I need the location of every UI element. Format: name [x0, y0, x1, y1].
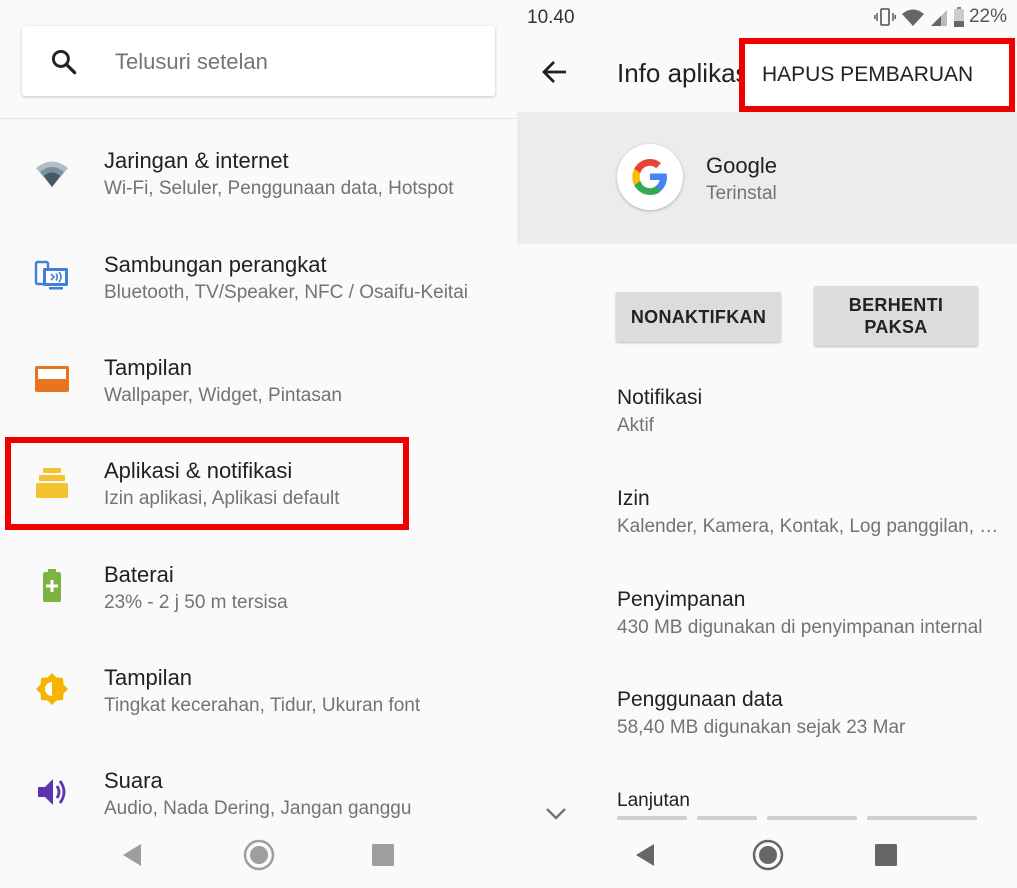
volume-icon [38, 779, 66, 805]
wifi-icon [36, 161, 68, 187]
settings-item-title: Sambungan perangkat [104, 252, 327, 277]
info-item-title: Lanjutan [617, 790, 690, 811]
uninstall-updates-menu-item[interactable]: HAPUS PEMBARUAN [762, 63, 973, 87]
vibrate-icon [873, 8, 896, 26]
battery-status-icon [953, 7, 964, 27]
google-logo [617, 144, 683, 210]
app-info-screen: 10.40 22% Info aplikasi HAPUS PEMBARUAN [517, 0, 1017, 888]
recents-icon[interactable] [871, 840, 901, 870]
back-arrow-icon[interactable] [539, 56, 571, 88]
status-time: 10.40 [527, 7, 575, 28]
overflow-menu: HAPUS PEMBARUAN [739, 38, 1015, 112]
devices-icon [34, 260, 68, 290]
settings-item-title: Baterai [104, 562, 174, 587]
info-item-subtitle: 430 MB digunakan di penyimpanan internal [617, 617, 983, 638]
settings-item-subtitle: Audio, Nada Dering, Jangan ganggu [104, 798, 412, 819]
info-item-title: Penggunaan data [617, 688, 783, 711]
recents-icon[interactable] [368, 840, 398, 870]
navigation-bar [517, 820, 1017, 888]
back-icon[interactable] [631, 840, 661, 870]
settings-item-connected-devices[interactable]: Sambungan perangkat Bluetooth, TV/Speake… [0, 252, 517, 352]
info-item-permissions[interactable]: Izin Kalender, Kamera, Kontak, Log pangg… [617, 487, 1007, 557]
settings-item-battery[interactable]: Baterai 23% - 2 j 50 m tersisa [0, 562, 517, 662]
info-item-title: Notifikasi [617, 386, 703, 409]
info-item-subtitle: 58,40 MB digunakan sejak 23 Mar [617, 717, 906, 738]
battery-icon [43, 569, 61, 602]
settings-item-subtitle: 23% - 2 j 50 m tersisa [104, 592, 288, 613]
disable-button[interactable]: NONAKTIFKAN [616, 292, 781, 342]
settings-item-subtitle: Bluetooth, TV/Speaker, NFC / Osaifu-Keit… [104, 282, 468, 303]
settings-item-title: Tampilan [104, 355, 193, 380]
highlight-box [5, 437, 409, 530]
settings-item-display[interactable]: Tampilan Tingkat kecerahan, Tidur, Ukura… [0, 665, 517, 765]
app-name: Google [706, 153, 777, 178]
info-item-title: Penyimpanan [617, 588, 746, 611]
settings-item-title: Suara [104, 768, 163, 793]
divider [0, 118, 517, 119]
wallpaper-icon [35, 366, 69, 392]
settings-item-title: Jaringan & internet [104, 148, 289, 173]
home-icon[interactable] [242, 838, 276, 872]
brightness-icon [36, 673, 68, 705]
info-item-title: Izin [617, 487, 650, 510]
status-icons: 22% [869, 6, 1007, 28]
home-icon[interactable] [751, 838, 785, 872]
app-header: Google Terinstal [517, 112, 1017, 244]
disable-button-label: NONAKTIFKAN [630, 307, 767, 327]
info-item-data-usage[interactable]: Penggunaan data 58,40 MB digunakan sejak… [617, 688, 1007, 758]
settings-item-subtitle: Tingkat kecerahan, Tidur, Ukuran font [104, 695, 421, 716]
search-bar[interactable]: Telusuri setelan [22, 26, 495, 96]
app-install-status: Terinstal [706, 183, 777, 204]
settings-screen: Telusuri setelan Jaringan & internet Wi-… [0, 0, 517, 888]
force-stop-button-label: BERHENTI PAKSA [848, 295, 944, 337]
settings-item-network[interactable]: Jaringan & internet Wi-Fi, Seluler, Peng… [0, 148, 517, 248]
info-item-notifications[interactable]: Notifikasi Aktif [617, 386, 1007, 456]
force-stop-button[interactable]: BERHENTI PAKSA [814, 286, 978, 346]
navigation-bar [0, 820, 517, 888]
cell-signal-icon [930, 10, 947, 26]
back-icon[interactable] [118, 840, 148, 870]
settings-item-subtitle: Wallpaper, Widget, Pintasan [104, 385, 342, 406]
search-input[interactable]: Telusuri setelan [115, 49, 268, 75]
info-item-storage[interactable]: Penyimpanan 430 MB digunakan di penyimpa… [617, 588, 1007, 658]
wifi-signal-icon [901, 9, 924, 26]
battery-percent: 22% [968, 6, 1007, 27]
search-icon [51, 49, 77, 75]
page-title: Info aplikasi [617, 58, 755, 88]
settings-item-title: Tampilan [104, 665, 193, 690]
settings-item-subtitle: Wi-Fi, Seluler, Penggunaan data, Hotspot [104, 178, 454, 199]
info-item-subtitle: Aktif [617, 415, 654, 436]
info-item-subtitle: Kalender, Kamera, Kontak, Log panggilan,… [617, 516, 999, 537]
